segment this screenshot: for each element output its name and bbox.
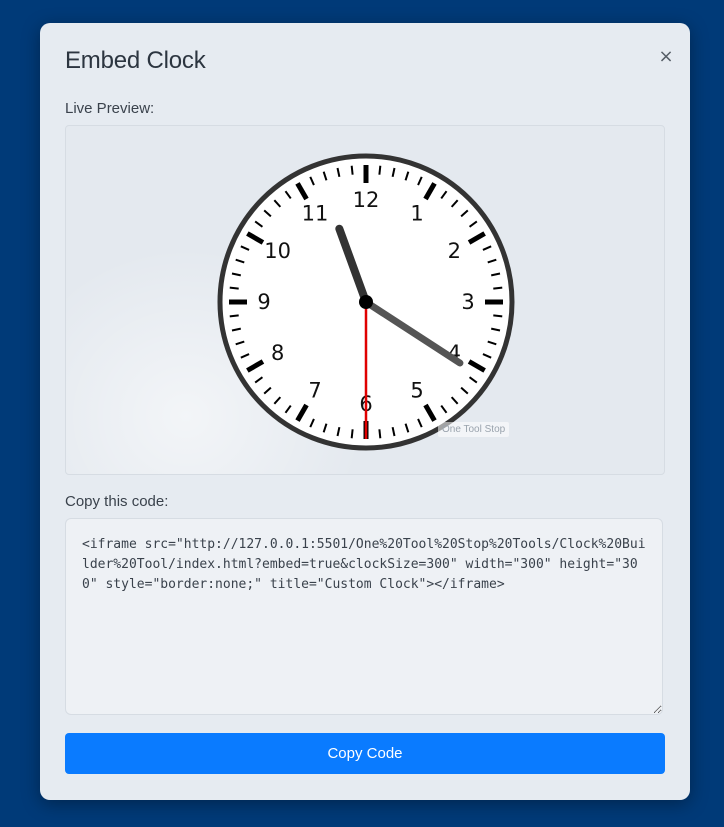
clock-number: 2 [448,239,461,263]
live-preview-box: 121234567891011 One Tool Stop [65,125,665,475]
clock-number: 7 [308,378,321,402]
live-preview-label: Live Preview: [65,100,155,117]
clock-number: 12 [353,188,380,212]
watermark: One Tool Stop [438,422,510,437]
minute-tick [350,165,354,175]
minute-tick [229,286,239,290]
clock-number: 8 [271,341,284,365]
copy-code-label: Copy this code: [65,493,169,510]
copy-code-button[interactable]: Copy Code [65,733,665,774]
embed-clock-modal: Embed Clock × Live Preview: 121234567891… [40,23,690,800]
clock-number: 3 [461,290,474,314]
minute-tick [350,429,354,439]
minute-tick [378,165,382,175]
minute-tick [493,286,503,290]
clock-face-svg: 121234567891011 [217,153,515,451]
minute-tick [378,429,382,439]
clock-center-cap [359,295,373,309]
clock-number: 9 [257,290,270,314]
close-button[interactable]: × [656,46,676,68]
minute-tick [229,314,239,318]
clock-number: 5 [410,378,423,402]
clock-number: 10 [264,239,291,263]
clock-number: 1 [410,202,423,226]
minute-tick [493,314,503,318]
modal-title: Embed Clock [65,47,206,74]
embed-code-textarea[interactable]: <iframe src="http://127.0.0.1:5501/One%2… [65,518,663,715]
clock: 121234567891011 [216,152,516,452]
clock-number: 11 [302,202,329,226]
